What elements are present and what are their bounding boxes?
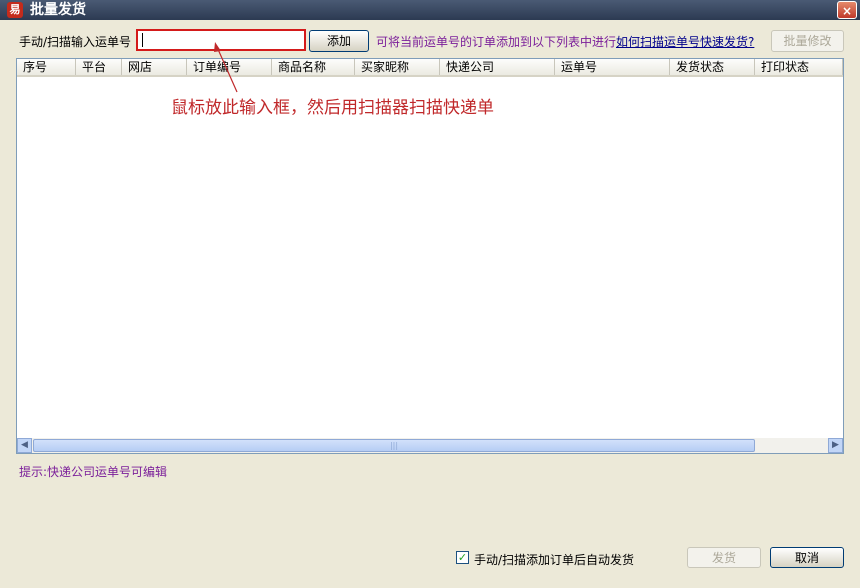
auto-ship-checkbox[interactable]: ✓ (456, 551, 469, 564)
annotation-arrow-icon (214, 42, 238, 93)
auto-ship-label[interactable]: 手动/扫描添加订单后自动发货 (474, 551, 634, 568)
annotation-text: 鼠标放此输入框，然后用扫描器扫描快递单 (171, 98, 494, 118)
ship-button[interactable]: 发货 (687, 547, 761, 568)
cancel-button[interactable]: 取消 (770, 547, 844, 568)
tip-text: 提示:快递公司运单号可编辑 (19, 465, 168, 479)
